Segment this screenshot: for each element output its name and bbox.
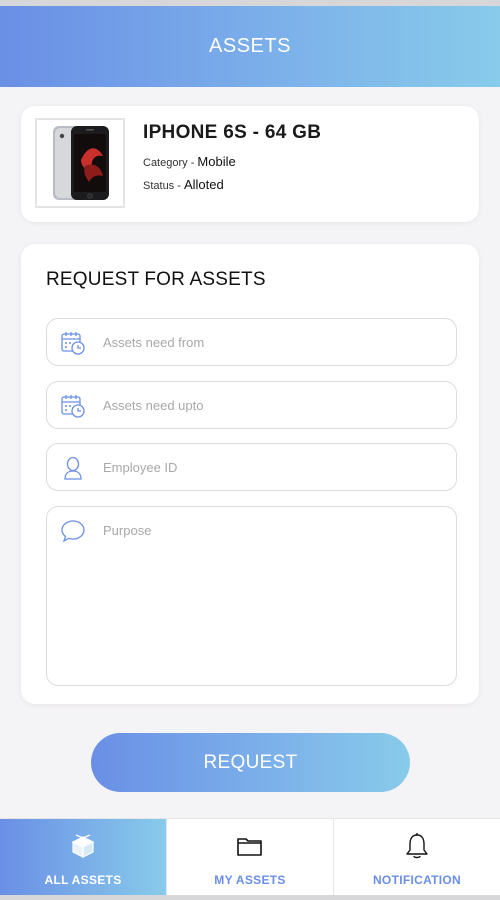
status-label: Status -	[143, 180, 184, 192]
asset-category: Category - Mobile	[143, 154, 236, 169]
category-label: Category -	[143, 157, 198, 169]
employee-id-field[interactable]: Employee ID	[46, 443, 457, 491]
purpose-textarea[interactable]: Purpose	[46, 506, 457, 686]
chat-bubble-icon	[61, 520, 85, 543]
nav-my-assets[interactable]: MY ASSETS	[167, 819, 334, 895]
assets-need-from-field[interactable]: Assets need from	[46, 318, 457, 366]
nav-my-assets-label: MY ASSETS	[214, 873, 286, 887]
asset-image	[35, 118, 125, 208]
status-value: Alloted	[183, 177, 224, 192]
asset-card[interactable]: IPHONE 6S - 64 GB Category - Mobile Stat…	[21, 106, 479, 222]
asset-name: IPHONE 6S - 64 GB	[143, 122, 322, 143]
request-button[interactable]: REQUEST	[91, 733, 410, 792]
iphone-product-image	[53, 126, 109, 200]
assets-need-upto-placeholder: Assets need upto	[103, 398, 204, 413]
nav-all-assets[interactable]: ALL ASSETS	[0, 819, 167, 895]
assets-need-upto-field[interactable]: Assets need upto	[46, 381, 457, 429]
system-nav-bar	[0, 895, 500, 900]
category-value: Mobile	[197, 154, 236, 169]
asset-status: Status - Alloted	[143, 177, 224, 192]
folder-icon	[237, 838, 262, 856]
box-icon	[71, 834, 95, 858]
request-form-card: REQUEST FOR ASSETS Assets need from Asse…	[21, 244, 479, 704]
employee-id-placeholder: Employee ID	[103, 460, 178, 475]
assets-need-from-placeholder: Assets need from	[103, 335, 205, 350]
bell-icon	[406, 833, 428, 859]
form-title: REQUEST FOR ASSETS	[46, 269, 266, 290]
page-title: ASSETS	[209, 35, 291, 57]
calendar-clock-icon	[61, 395, 85, 418]
bottom-navigation: ALL ASSETS MY ASSETS NOTIFICATION	[0, 818, 500, 895]
nav-all-assets-label: ALL ASSETS	[44, 873, 122, 887]
nav-notification-label: NOTIFICATION	[372, 873, 462, 887]
purpose-placeholder: Purpose	[103, 523, 152, 538]
user-icon	[64, 456, 82, 480]
app-header: ASSETS	[0, 6, 500, 87]
nav-notification[interactable]: NOTIFICATION	[334, 819, 500, 895]
calendar-clock-icon	[61, 332, 85, 355]
